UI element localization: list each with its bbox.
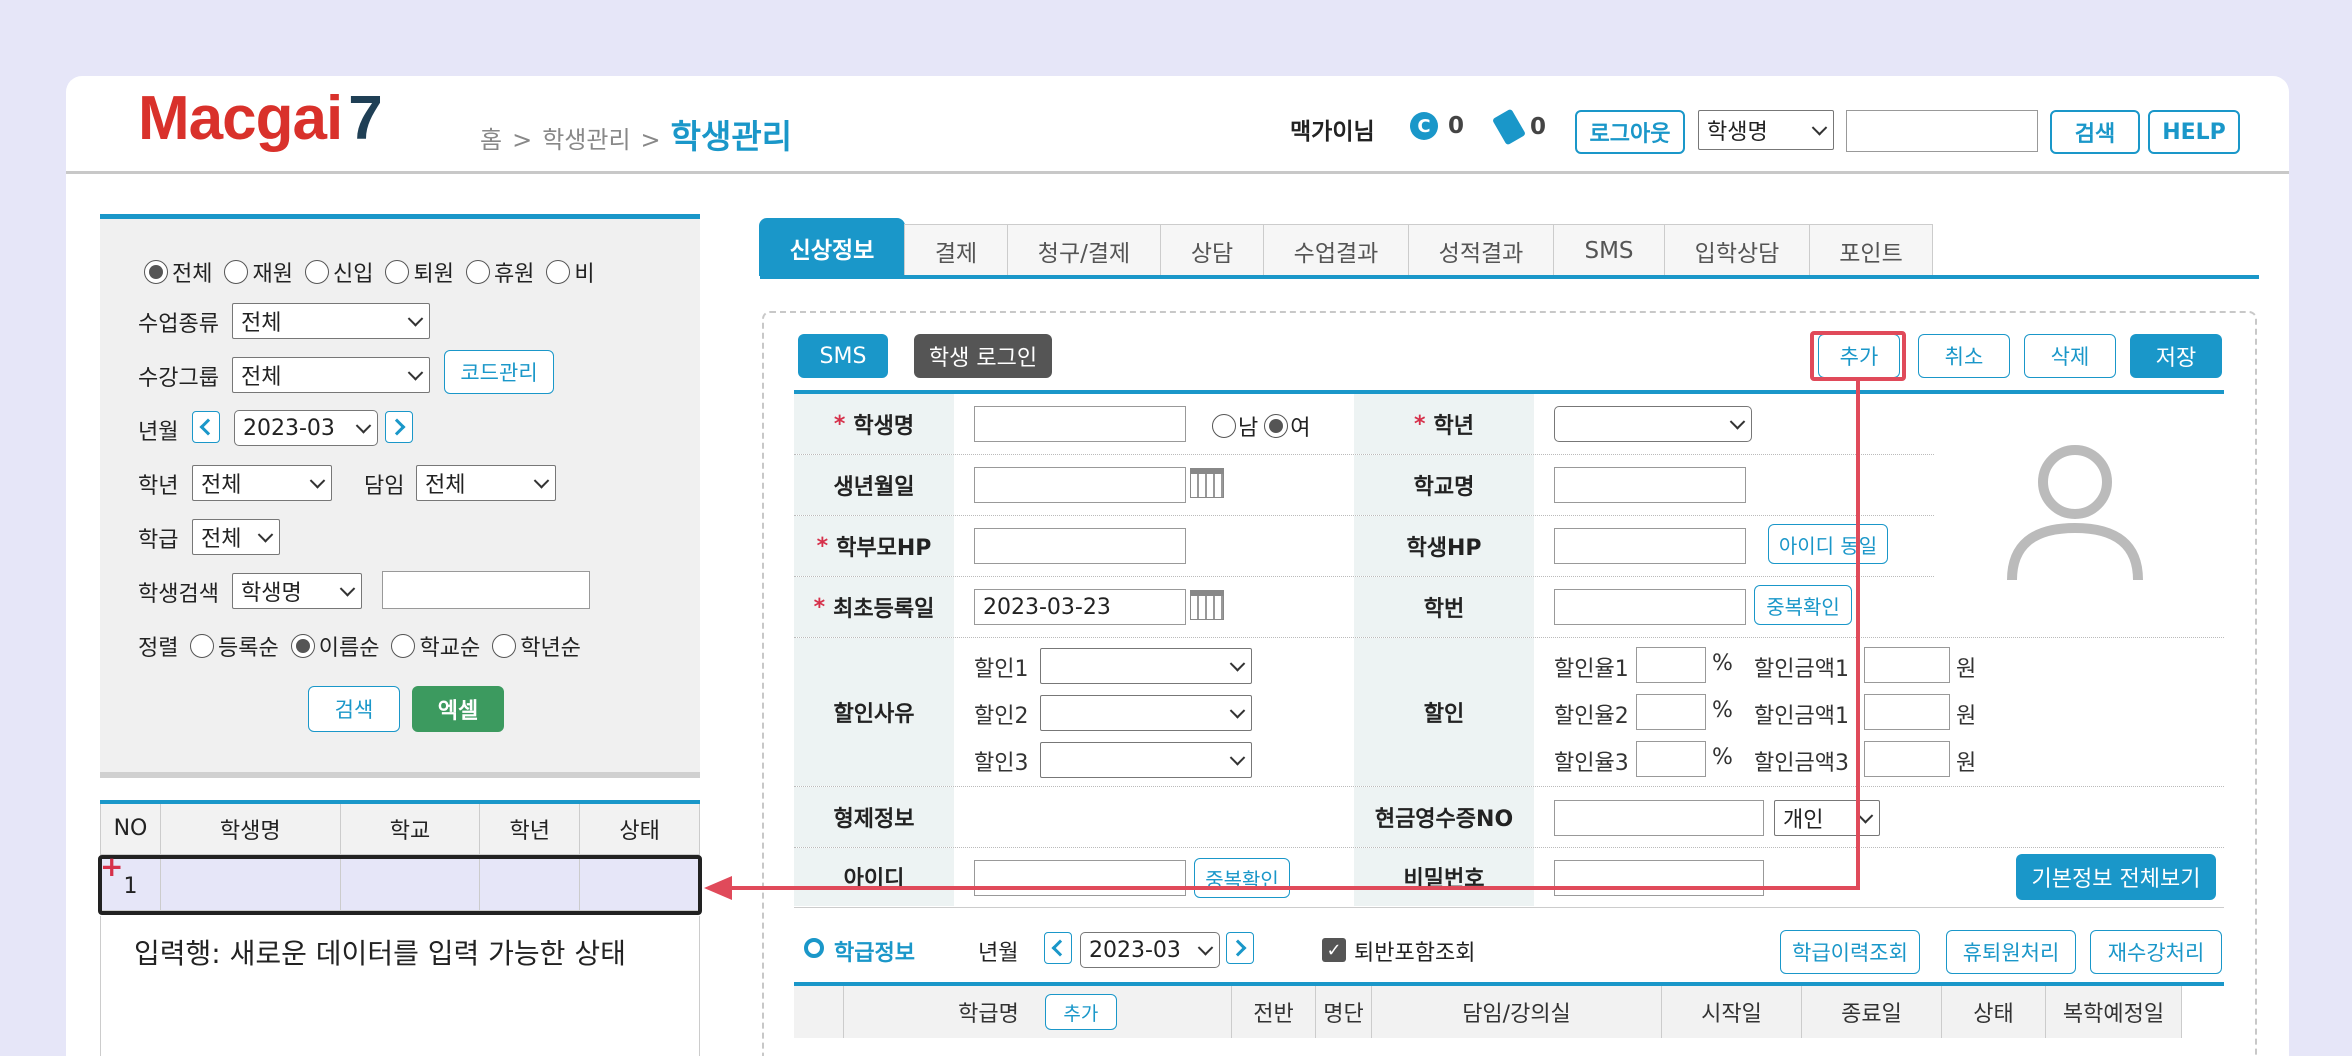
connector-line bbox=[728, 381, 1860, 890]
annotation-arrow-overlay bbox=[704, 381, 1860, 900]
arrowhead-icon bbox=[704, 876, 732, 900]
